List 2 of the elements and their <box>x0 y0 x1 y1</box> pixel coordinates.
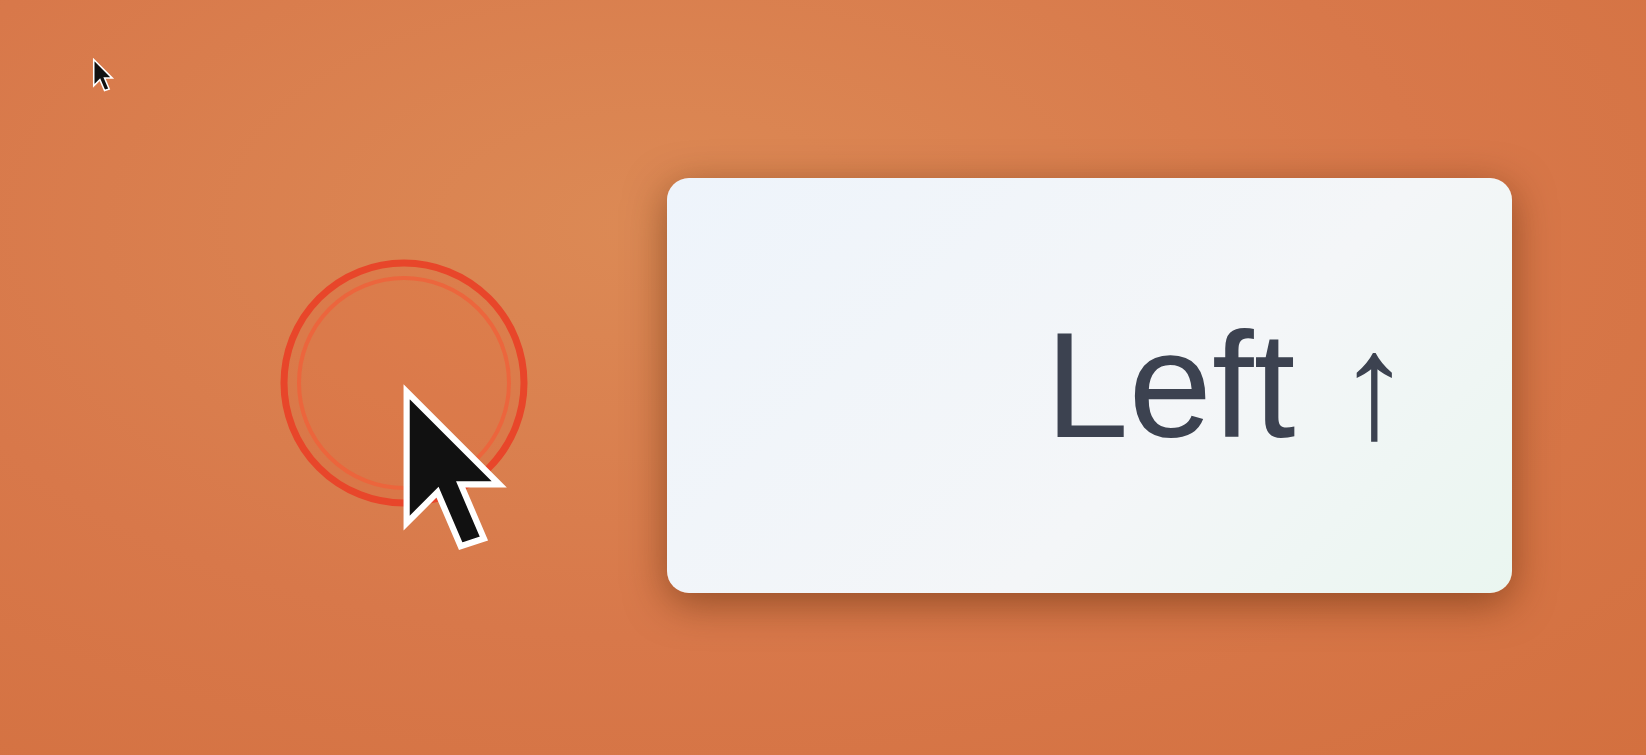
cursor-icon <box>90 58 116 92</box>
key-badge: Left ↑ <box>667 178 1512 593</box>
